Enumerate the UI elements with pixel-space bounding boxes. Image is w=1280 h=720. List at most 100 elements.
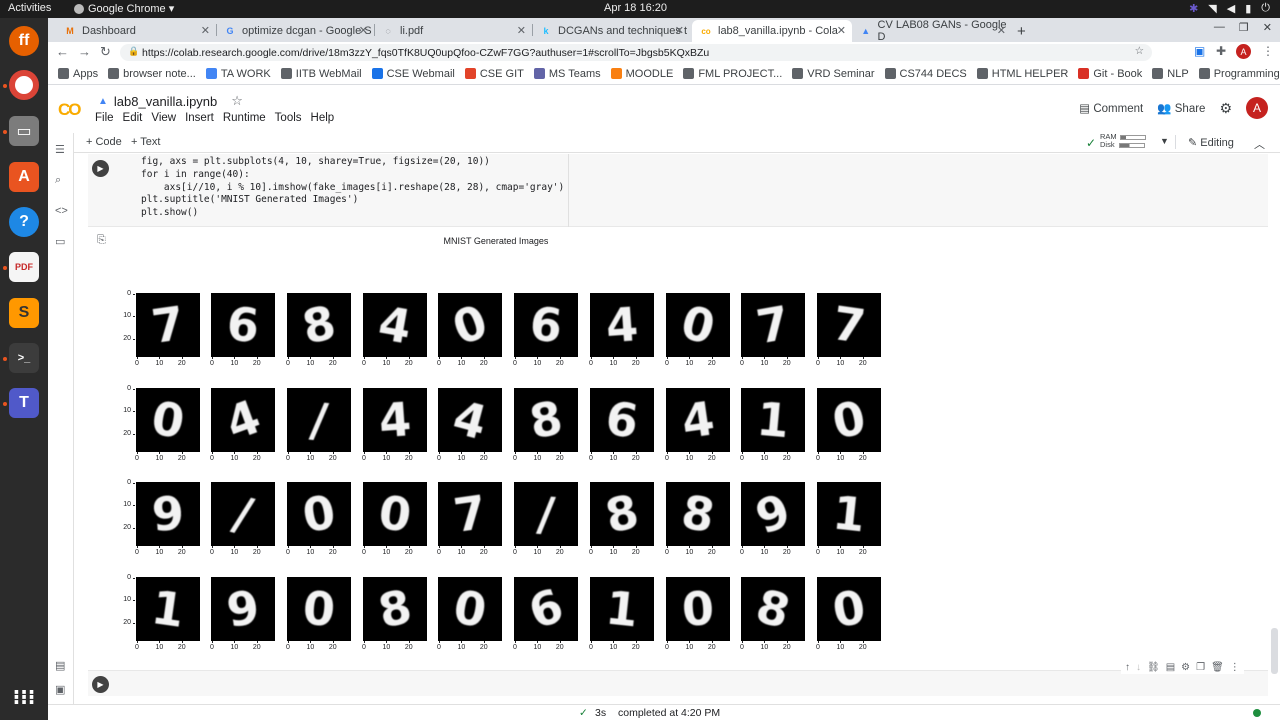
x-tick-label: 10: [760, 360, 769, 367]
close-window-icon[interactable]: ✕: [1263, 21, 1272, 34]
bookmark-item[interactable]: FML PROJECT...: [683, 68, 782, 80]
screencast-icon[interactable]: ▣: [1194, 44, 1205, 58]
move-up-icon[interactable]: ↑: [1125, 662, 1130, 673]
sublime-text-icon[interactable]: S: [9, 298, 39, 328]
bookmark-item[interactable]: Git - Book: [1078, 68, 1142, 80]
colab-logo[interactable]: CO: [58, 100, 81, 120]
close-icon[interactable]: ✕: [517, 24, 526, 37]
tab-li-pdf[interactable]: ◌ li.pdf ✕: [374, 20, 532, 42]
notebook-title[interactable]: lab8_vanilla.ipynb: [114, 94, 217, 109]
profile-icon[interactable]: A: [1236, 44, 1251, 59]
tab-lab8-vanilla[interactable]: co lab8_vanilla.ipynb - Cola ✕: [692, 20, 852, 42]
restore-icon[interactable]: ❐: [1239, 21, 1249, 34]
chrome-menu-icon[interactable]: ⋮: [1262, 44, 1274, 58]
clock[interactable]: Apr 18 16:20: [604, 2, 667, 14]
menu-item-edit[interactable]: Edit: [123, 112, 143, 124]
terminal-icon[interactable]: >_: [9, 343, 39, 373]
run-cell-button[interactable]: ▶: [92, 676, 109, 693]
new-tab-button[interactable]: +: [1014, 20, 1034, 42]
bookmark-item[interactable]: Programming: [1198, 68, 1280, 80]
code-cell[interactable]: ▶ fig, axs = plt.subplots(4, 10, sharey=…: [88, 154, 1268, 227]
forward-icon[interactable]: →: [78, 44, 91, 59]
bookmark-item[interactable]: MS Teams: [533, 68, 601, 80]
close-icon[interactable]: ✕: [675, 24, 684, 37]
add-code-button[interactable]: + Code: [86, 136, 122, 148]
firefox-icon[interactable]: ff: [9, 26, 39, 56]
menu-item-tools[interactable]: Tools: [275, 112, 302, 124]
avatar[interactable]: A: [1246, 97, 1268, 119]
menu-item-runtime[interactable]: Runtime: [223, 112, 266, 124]
editing-mode-button[interactable]: ✎ Editing: [1188, 136, 1234, 149]
activities-button[interactable]: Activities: [8, 2, 51, 14]
tab-cv-lab08[interactable]: ▲ CV LAB08 GANs - Google D ✕: [852, 19, 1012, 43]
comment-cell-icon[interactable]: ▤: [1166, 662, 1175, 673]
collapse-chevron-icon[interactable]: ︿: [1254, 136, 1265, 152]
bookmark-item[interactable]: Apps: [58, 68, 98, 80]
bookmark-item[interactable]: CS744 DECS: [884, 68, 967, 80]
bookmark-item[interactable]: VRD Seminar: [792, 68, 875, 80]
code-snippets-icon[interactable]: <>: [55, 205, 68, 217]
scrollbar[interactable]: [1271, 628, 1278, 674]
chrome-dock-icon[interactable]: [9, 70, 39, 100]
x-tick-mark: [408, 546, 410, 548]
menu-item-file[interactable]: File: [95, 112, 114, 124]
star-icon[interactable]: ☆: [231, 93, 243, 109]
extensions-icon[interactable]: ✚: [1216, 44, 1226, 58]
move-down-icon[interactable]: ↓: [1136, 662, 1141, 673]
terminal-panel-icon[interactable]: ▣: [55, 683, 65, 696]
system-tray[interactable]: ✱ ◥ ◀ ▮ ⏻: [1189, 2, 1270, 15]
chevron-down-icon[interactable]: ▼: [1160, 136, 1169, 146]
bookmark-item[interactable]: NLP: [1152, 68, 1189, 80]
cell-settings-icon[interactable]: ⚙: [1181, 662, 1190, 673]
bookmark-item[interactable]: MOODLE: [610, 68, 673, 80]
add-text-button[interactable]: + Text: [131, 136, 160, 148]
generated-digit: 1: [754, 391, 792, 449]
bookmark-item[interactable]: CSE Webmail: [371, 68, 455, 80]
resources-indicator[interactable]: RAM Disk: [1100, 133, 1146, 149]
close-icon[interactable]: ✕: [359, 24, 368, 37]
close-icon[interactable]: ✕: [837, 24, 846, 37]
files-icon[interactable]: ▭: [9, 116, 39, 146]
menu-item-insert[interactable]: Insert: [185, 112, 214, 124]
close-icon[interactable]: ✕: [201, 24, 210, 37]
bookmark-item[interactable]: TA WORK: [205, 68, 271, 80]
software-center-icon[interactable]: A: [9, 162, 39, 192]
comment-button[interactable]: ▤ Comment: [1079, 101, 1143, 115]
run-cell-button[interactable]: ▶: [92, 160, 109, 177]
more-options-icon[interactable]: ⋮: [1230, 662, 1240, 673]
share-button[interactable]: 👥 Share: [1157, 101, 1205, 115]
show-apps-icon[interactable]: ⁝⁝⁝: [9, 682, 39, 712]
tab-optimize-dcgan[interactable]: Goptimize dcgan - Google S ✕: [216, 20, 374, 42]
bookmark-item[interactable]: CSE GIT: [464, 68, 524, 80]
menu-item-help[interactable]: Help: [311, 112, 335, 124]
code-editor[interactable]: fig, axs = plt.subplots(4, 10, sharey=Tr…: [141, 156, 564, 220]
link-icon[interactable]: ⛓: [1147, 662, 1160, 673]
bookmark-item[interactable]: HTML HELPER: [976, 68, 1068, 80]
mirror-cell-icon[interactable]: ❐: [1196, 662, 1205, 673]
output-menu-icon[interactable]: ⎘: [97, 234, 106, 247]
settings-gear-icon[interactable]: ⚙: [1219, 100, 1232, 117]
document-viewer-icon[interactable]: PDF: [9, 252, 39, 282]
table-of-contents-icon[interactable]: ☰: [55, 143, 65, 156]
tab-dashboard[interactable]: M Dashboard ✕: [56, 20, 216, 42]
close-icon[interactable]: ✕: [997, 24, 1006, 37]
url-bar[interactable]: 🔒 https://colab.research.google.com/driv…: [120, 44, 1152, 61]
minimize-icon[interactable]: —: [1214, 21, 1225, 34]
delete-icon[interactable]: 🗑: [1211, 662, 1224, 673]
x-tick-mark: [559, 452, 561, 454]
tab-dcgans-techniques[interactable]: k DCGANs and techniques t ✕: [532, 20, 690, 42]
bookmark-item[interactable]: browser note...: [108, 68, 196, 80]
bookmark-item[interactable]: IITB WebMail: [280, 68, 362, 80]
app-menu[interactable]: Google Chrome ▾: [74, 2, 174, 15]
execution-status[interactable]: completed at 4:20 PM: [618, 707, 720, 719]
files-folder-icon[interactable]: ▭: [55, 235, 65, 248]
search-icon[interactable]: ⌕: [55, 174, 61, 187]
help-icon[interactable]: ?: [9, 207, 39, 237]
teams-icon[interactable]: T: [9, 388, 39, 418]
reload-icon[interactable]: ↻: [100, 44, 111, 60]
empty-code-cell[interactable]: ▶: [88, 670, 1268, 696]
command-palette-icon[interactable]: ▤: [55, 659, 65, 672]
bookmark-star-icon[interactable]: ☆: [1135, 45, 1144, 57]
menu-item-view[interactable]: View: [151, 112, 176, 124]
back-icon[interactable]: ←: [56, 44, 69, 59]
